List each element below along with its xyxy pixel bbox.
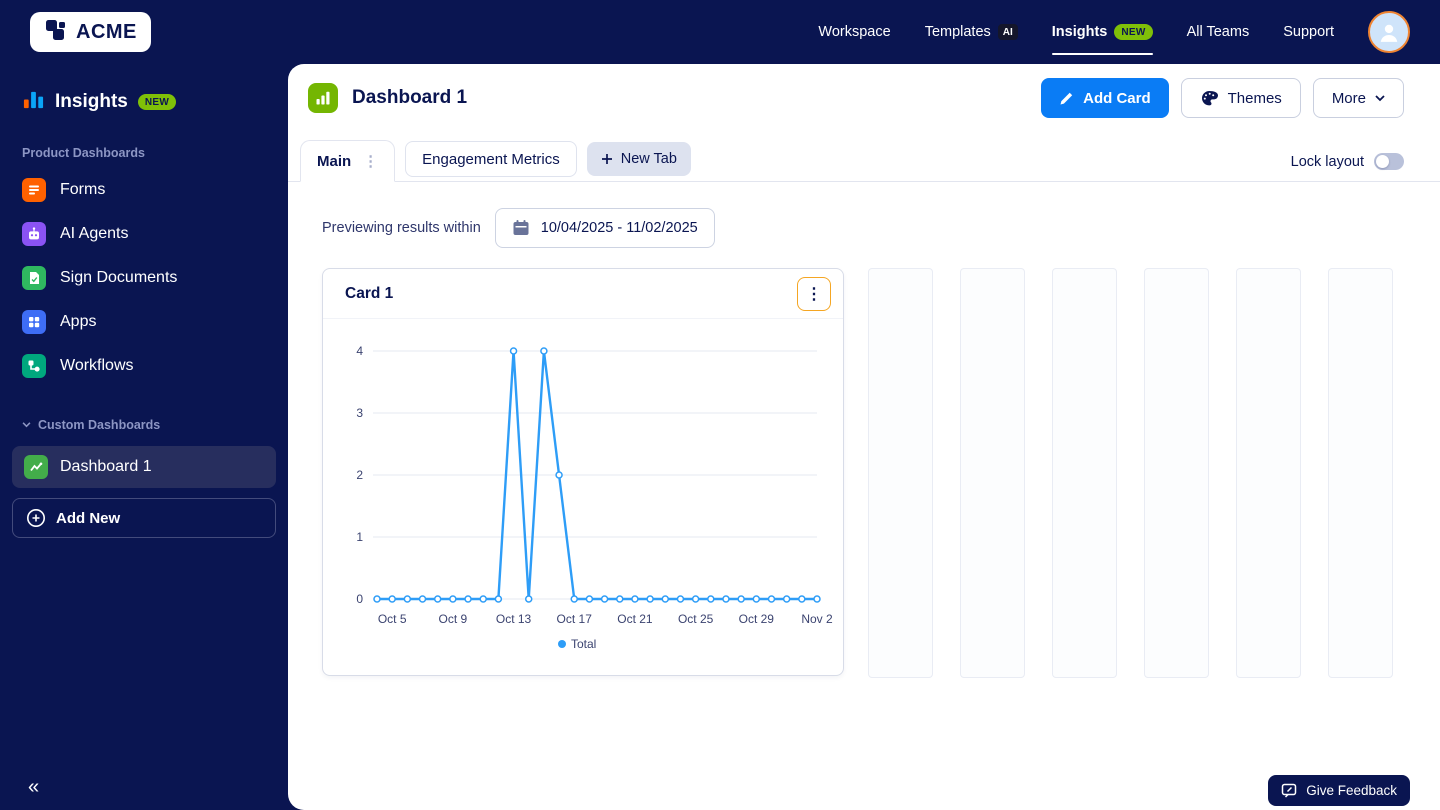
sidebar-item-sign-documents[interactable]: Sign Documents [0, 256, 288, 300]
themes-button[interactable]: Themes [1180, 78, 1301, 118]
calendar-icon [513, 220, 529, 235]
more-button[interactable]: More [1312, 78, 1404, 118]
nav-all-teams[interactable]: All Teams [1187, 24, 1250, 40]
forms-icon [22, 178, 46, 202]
date-row: Previewing results within 10/04/2025 - 1… [322, 208, 1404, 248]
panel-header: Dashboard 1 Add Card Themes More [288, 64, 1440, 118]
collapse-sidebar-button[interactable]: « [22, 775, 45, 800]
sidebar-item-forms[interactable]: Forms [0, 168, 288, 212]
person-icon [1380, 24, 1398, 42]
lock-layout-toggle[interactable] [1374, 153, 1404, 170]
pencil-icon [1060, 92, 1073, 104]
sign-documents-icon [22, 266, 46, 290]
preview-label: Previewing results within [322, 220, 481, 236]
add-card-button[interactable]: Add Card [1041, 78, 1169, 118]
avatar[interactable] [1368, 11, 1410, 53]
palette-icon [1201, 90, 1218, 105]
svg-text:1: 1 [356, 530, 363, 544]
caret-down-icon [1375, 94, 1385, 101]
main-panel: Dashboard 1 Add Card Themes More Main ⋮ … [288, 64, 1440, 810]
workflows-icon [22, 354, 46, 378]
chevron-down-icon [22, 422, 31, 428]
nav-workspace[interactable]: Workspace [818, 24, 890, 40]
grid-column-placeholder [1052, 268, 1117, 678]
toggle-knob [1376, 155, 1389, 168]
acme-logo[interactable]: ACME [30, 12, 151, 52]
grid-column-placeholder [960, 268, 1025, 678]
svg-text:Nov 2: Nov 2 [801, 612, 833, 626]
sidebar-item-dashboard-1[interactable]: Dashboard 1 [12, 446, 276, 488]
topbar: ACME Workspace Templates AI Insights NEW… [0, 0, 1440, 64]
top-nav: Workspace Templates AI Insights NEW All … [818, 11, 1410, 55]
page-title: Dashboard 1 [352, 87, 468, 108]
lock-layout-label: Lock layout [1290, 153, 1364, 170]
custom-dashboards-section[interactable]: Custom Dashboards [22, 418, 266, 432]
plus-circle-icon [27, 509, 45, 527]
svg-text:2: 2 [356, 468, 363, 482]
dashboard-icon [308, 83, 338, 113]
logo-text: ACME [76, 20, 137, 43]
svg-text:Oct 21: Oct 21 [617, 612, 653, 626]
grid-column-placeholder [1144, 268, 1209, 678]
apps-icon [22, 310, 46, 334]
sidebar-new-badge: NEW [137, 94, 177, 110]
card-chart: 0 1 2 3 4 Oct 5 Oct 9 Oct 13 Oct 17 Oct 21 Oct 25 O… [356, 344, 833, 651]
card-header: Card 1 ⋮ [323, 269, 843, 319]
ai-badge: AI [997, 24, 1018, 40]
grid-column-placeholder [1328, 268, 1393, 678]
svg-text:Oct 5: Oct 5 [378, 612, 407, 626]
nav-insights[interactable]: Insights NEW [1051, 24, 1153, 55]
nav-templates[interactable]: Templates AI [925, 24, 1018, 40]
ai-agents-icon [22, 222, 46, 246]
svg-text:Oct 13: Oct 13 [496, 612, 532, 626]
sidebar-title-text: Insights [55, 91, 128, 112]
new-tab-button[interactable]: New Tab [586, 142, 691, 176]
date-range-value: 10/04/2025 - 11/02/2025 [540, 220, 698, 236]
svg-text:3: 3 [356, 406, 363, 420]
tabs-row: Main ⋮ Engagement Metrics New Tab Lock l… [288, 140, 1440, 182]
sidebar-item-ai-agents[interactable]: AI Agents [0, 212, 288, 256]
give-feedback-button[interactable]: Give Feedback [1268, 775, 1410, 806]
card-1: Card 1 ⋮ 0 1 2 3 4 Oct 5 Oct 9 Oct 13 Oct 17 Oct … [322, 268, 844, 676]
sidebar-title: Insights NEW [0, 88, 288, 116]
feedback-icon [1281, 783, 1297, 798]
plus-icon [601, 154, 612, 164]
dashboard-1-icon [24, 455, 48, 479]
svg-text:Oct 29: Oct 29 [739, 612, 775, 626]
tab-options-icon[interactable]: ⋮ [363, 152, 378, 170]
svg-text:0: 0 [356, 592, 363, 606]
sidebar-item-workflows[interactable]: Workflows [0, 344, 288, 388]
tab-main[interactable]: Main ⋮ [300, 140, 396, 182]
grid-column-placeholder [868, 268, 933, 678]
sidebar-item-apps[interactable]: Apps [0, 300, 288, 344]
sidebar: Insights NEW Product Dashboards Forms AI… [0, 64, 288, 810]
svg-text:Oct 17: Oct 17 [557, 612, 593, 626]
nav-support[interactable]: Support [1283, 24, 1334, 40]
card-menu-button[interactable]: ⋮ [797, 276, 831, 311]
svg-text:Total: Total [571, 637, 596, 651]
new-badge: NEW [1114, 24, 1153, 40]
insights-icon [22, 88, 45, 116]
acme-logo-icon [44, 18, 68, 47]
empty-grid-columns [868, 268, 1393, 678]
dashboard-grid: Card 1 ⋮ 0 1 2 3 4 Oct 5 Oct 9 Oct 13 Oct 17 Oct … [322, 268, 1404, 678]
svg-text:4: 4 [356, 344, 363, 358]
tab-engagement-metrics[interactable]: Engagement Metrics [405, 141, 577, 177]
svg-text:Oct 25: Oct 25 [678, 612, 714, 626]
product-dashboards-label: Product Dashboards [22, 146, 145, 160]
add-new-button[interactable]: Add New [12, 498, 276, 538]
grid-column-placeholder [1236, 268, 1301, 678]
svg-text:Oct 9: Oct 9 [439, 612, 468, 626]
date-range-picker[interactable]: 10/04/2025 - 11/02/2025 [494, 208, 715, 248]
card-title: Card 1 [345, 284, 394, 302]
